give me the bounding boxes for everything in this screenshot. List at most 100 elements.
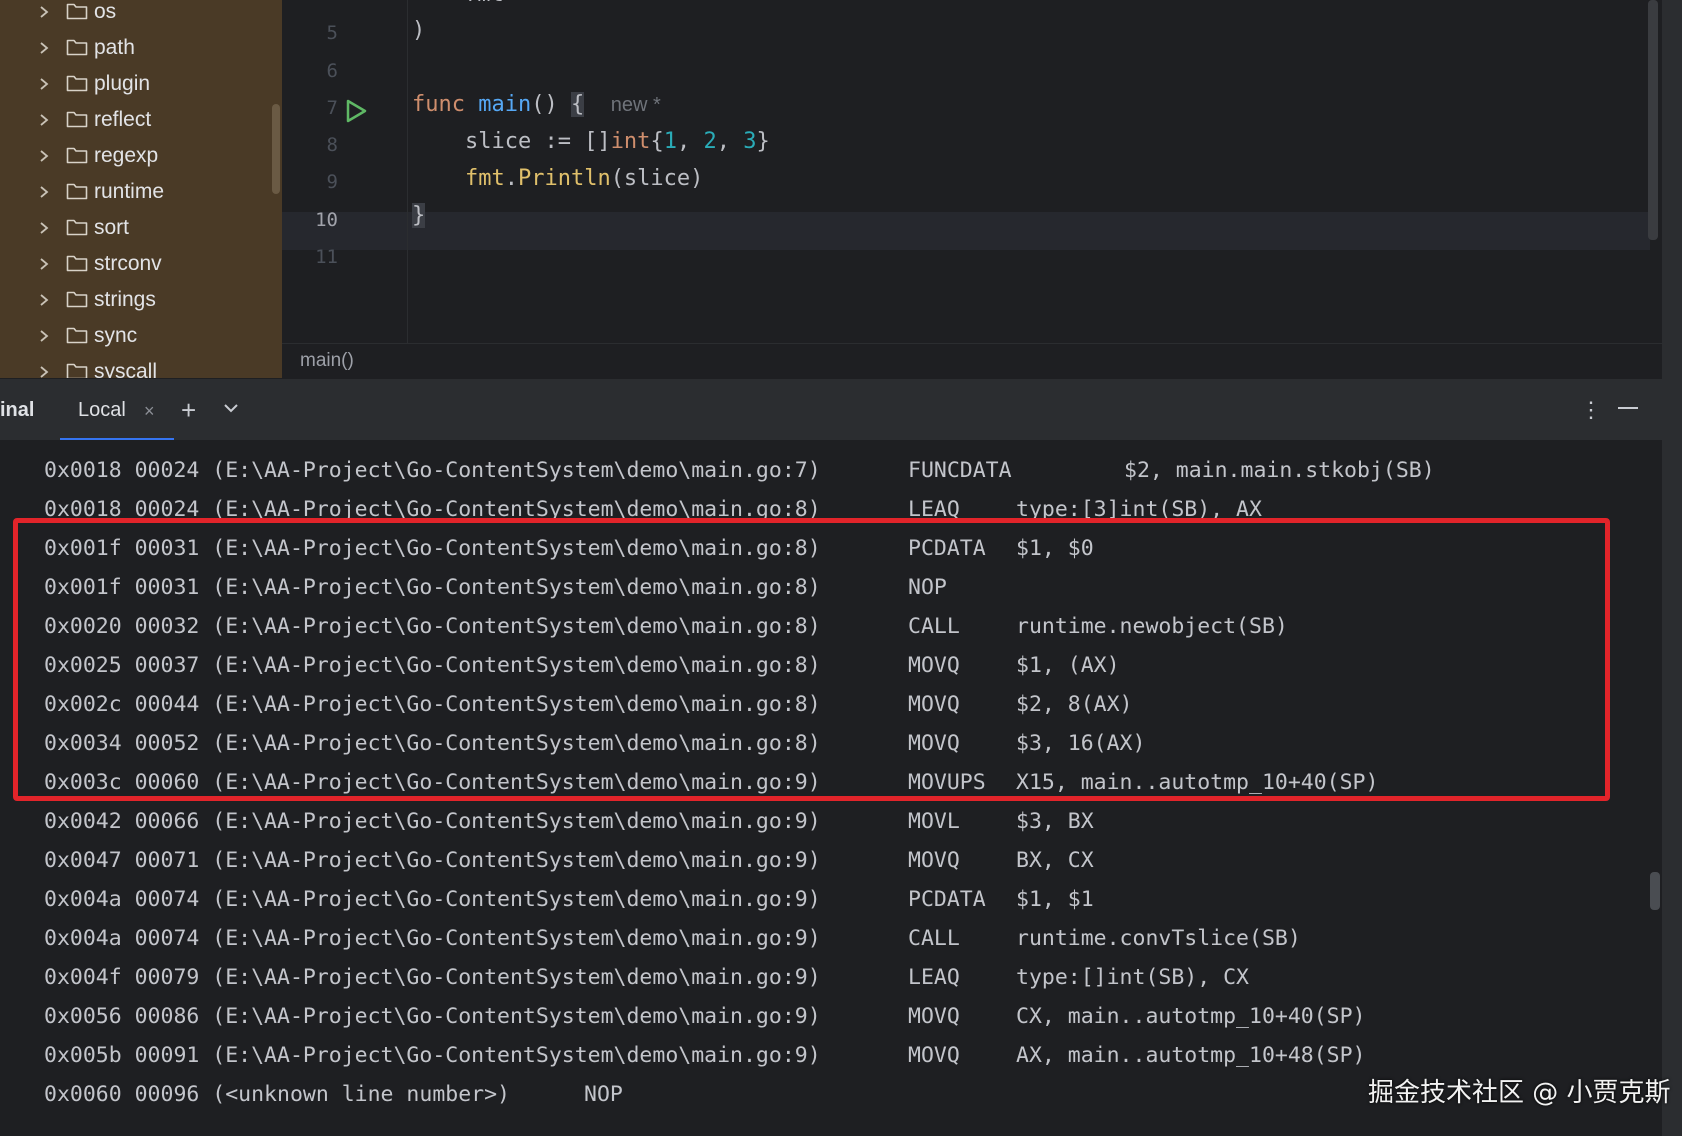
close-icon[interactable]: × (144, 401, 155, 422)
chevron-right-icon[interactable] (38, 149, 54, 163)
gutter-separator (407, 0, 408, 343)
folder-icon (66, 110, 90, 130)
folder-icon (66, 38, 90, 58)
number-literal: 3 (743, 129, 757, 154)
folder-icon (66, 74, 90, 94)
asm-location: 0x004a 00074 (E:\AA-Project\Go-ContentSy… (44, 887, 821, 912)
chevron-right-icon[interactable] (38, 113, 54, 127)
tree-item-folder[interactable]: strconv (0, 246, 162, 282)
params: () (531, 92, 571, 117)
chevron-down-icon[interactable] (222, 401, 240, 420)
chevron-right-icon[interactable] (38, 185, 54, 199)
number-literal: 1 (663, 129, 677, 154)
minimize-icon[interactable] (1618, 407, 1638, 409)
tree-item-folder[interactable]: reflect (0, 102, 151, 138)
asm-opcode: CALL (908, 926, 960, 951)
brace: } (756, 129, 770, 154)
chevron-right-icon[interactable] (38, 77, 54, 91)
tree-item-folder[interactable]: regexp (0, 138, 158, 174)
chevron-right-icon[interactable] (38, 221, 54, 235)
folder-icon (66, 218, 90, 238)
more-options-icon[interactable]: ⋮ (1580, 397, 1602, 423)
function-name: main (478, 92, 532, 117)
chevron-right-icon[interactable] (38, 41, 54, 55)
asm-location: 0x0060 00096 (<unknown line number>) (44, 1082, 510, 1107)
tree-item-label: sync (94, 324, 138, 347)
asm-opcode: MOVL (908, 809, 960, 834)
tree-item-folder[interactable]: strings (0, 282, 156, 318)
asm-operands: runtime.convTslice(SB) (1016, 926, 1301, 951)
call-args: (slice) (610, 166, 704, 191)
code-line-5: ) (412, 18, 426, 43)
chevron-right-icon[interactable] (38, 5, 54, 19)
tree-item-label: strconv (94, 252, 162, 275)
annotation-highlight-box (13, 518, 1610, 801)
chevron-right-icon[interactable] (38, 293, 54, 307)
tab-label: Local (78, 399, 126, 421)
asm-opcode: PCDATA (908, 887, 986, 912)
dot: . (504, 166, 518, 191)
add-tab-icon[interactable]: + (181, 395, 196, 426)
line-number-current: 10 (315, 209, 338, 231)
tree-item-label: runtime (94, 180, 165, 203)
asm-operands: $1, $1 (1016, 887, 1094, 912)
tree-item-folder[interactable]: os (0, 0, 116, 30)
tree-item-label: syscall (94, 360, 158, 378)
inlay-hint-author[interactable]: new * (611, 94, 661, 116)
code-line-8: slice := []int{1, 2, 3} (412, 129, 770, 154)
comma: , (676, 129, 704, 154)
asm-operands: BX, CX (1016, 848, 1094, 873)
tree-item-label: os (94, 0, 117, 23)
asm-location: 0x0056 00086 (E:\AA-Project\Go-ContentSy… (44, 1004, 821, 1029)
asm-opcode: MOVQ (908, 848, 960, 873)
tree-item-folder[interactable]: plugin (0, 66, 150, 102)
current-line-highlight (282, 212, 1650, 250)
breadcrumb-item[interactable]: main() (300, 350, 354, 372)
line-number: 9 (326, 171, 338, 193)
code-editor[interactable]: fmt 5 6 7 8 9 10 11 ) func main() { new … (282, 0, 1662, 343)
tab-local[interactable]: Local × (60, 379, 174, 441)
asm-location: 0x0047 00071 (E:\AA-Project\Go-ContentSy… (44, 848, 821, 873)
breadcrumb[interactable]: main() (282, 343, 1662, 378)
asm-operands: CX, main..autotmp_10+40(SP) (1016, 1004, 1366, 1029)
brace-open: { (570, 92, 585, 117)
tree-item-folder[interactable]: sync (0, 318, 137, 354)
comma: , (716, 129, 744, 154)
asm-opcode: LEAQ (908, 965, 960, 990)
tree-item-folder[interactable]: path (0, 30, 135, 66)
brace-close: } (412, 203, 426, 228)
chevron-right-icon[interactable] (38, 329, 54, 343)
chevron-right-icon[interactable] (38, 257, 54, 271)
tree-item-folder[interactable]: sort (0, 210, 129, 246)
terminal-tab-bar: inal Local × + ⋮ (0, 378, 1662, 441)
code-line-7: func main() { new * (412, 92, 661, 117)
editor-scrollbar[interactable] (1648, 0, 1658, 240)
tree-item-label: reflect (94, 108, 152, 131)
asm-operands: $2, main.main.stkobj(SB) (1124, 458, 1435, 483)
terminal-scrollbar[interactable] (1650, 872, 1660, 910)
run-gutter-icon[interactable] (344, 98, 368, 129)
folder-icon (66, 2, 90, 22)
type-int: int (610, 129, 651, 154)
project-tree-scrollbar[interactable] (272, 104, 280, 194)
asm-operands: AX, main..autotmp_10+48(SP) (1016, 1043, 1366, 1068)
terminal-panel-title: inal (0, 399, 35, 421)
folder-icon (66, 290, 90, 310)
asm-location: 0x0042 00066 (E:\AA-Project\Go-ContentSy… (44, 809, 821, 834)
folder-icon (66, 326, 90, 346)
line-number: 7 (326, 97, 338, 119)
asm-location: 0x004f 00079 (E:\AA-Project\Go-ContentSy… (44, 965, 821, 990)
chevron-right-icon[interactable] (38, 365, 54, 378)
asm-operands: type:[]int(SB), CX (1016, 965, 1249, 990)
asm-location: 0x0018 00024 (E:\AA-Project\Go-ContentSy… (44, 458, 821, 483)
tree-item-folder[interactable]: syscall (0, 354, 157, 378)
folder-icon (66, 362, 90, 378)
folder-icon (66, 254, 90, 274)
line-number: 5 (326, 22, 338, 44)
tree-item-folder[interactable]: runtime (0, 174, 164, 210)
asm-location: 0x004a 00074 (E:\AA-Project\Go-ContentSy… (44, 926, 821, 951)
asm-opcode: MOVQ (908, 1043, 960, 1068)
slice-decl: slice := [] (412, 129, 611, 154)
asm-operands: $3, BX (1016, 809, 1094, 834)
asm-location: 0x005b 00091 (E:\AA-Project\Go-ContentSy… (44, 1043, 821, 1068)
